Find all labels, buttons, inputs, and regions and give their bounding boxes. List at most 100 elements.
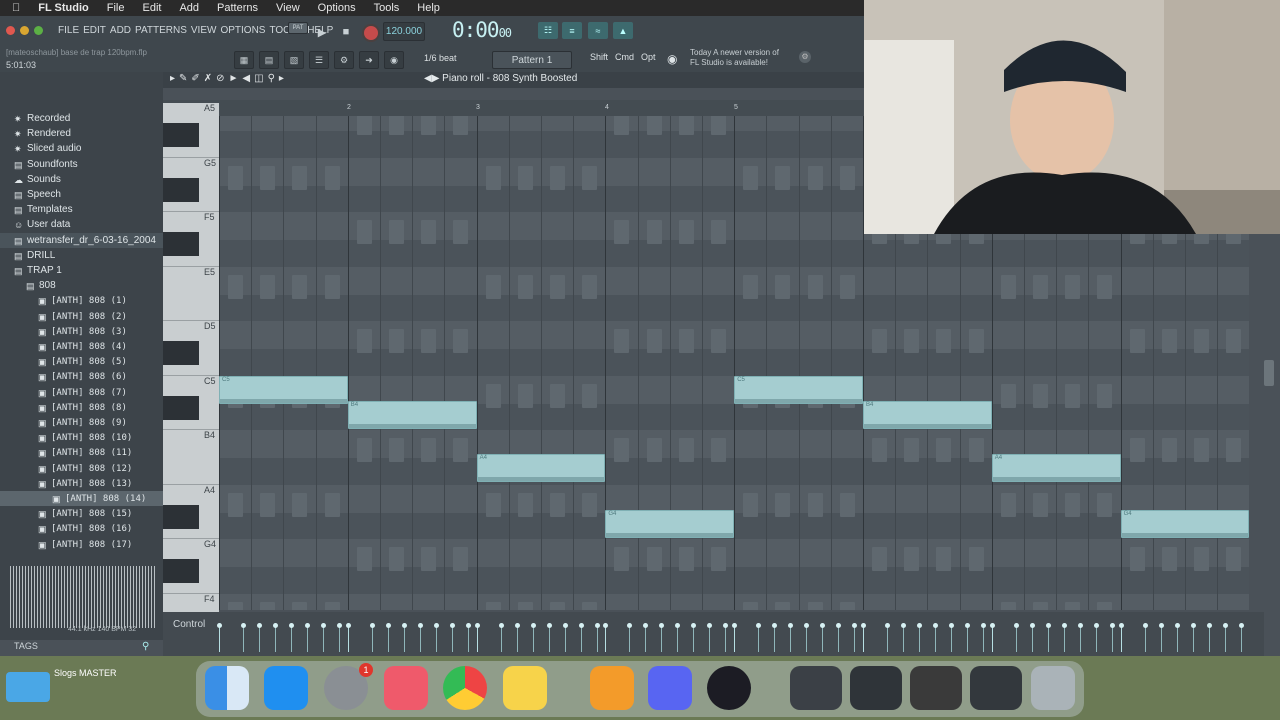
velocity-stem[interactable] [417,623,423,652]
velocity-stem[interactable] [885,623,890,652]
folder-icon[interactable] [6,672,50,702]
pencil-app-icon[interactable] [384,666,428,710]
metronome-icon[interactable]: ▲ [613,22,633,39]
browser-item[interactable]: ▣ [ANTH] 808 (16) [0,521,163,536]
window-thumb-3-icon[interactable] [910,666,962,710]
browser-item[interactable]: ▤ Speech [0,187,163,202]
velocity-stem[interactable] [1061,623,1067,652]
velocity-stem[interactable] [1190,623,1196,652]
piano-roll-icon[interactable]: ▧ [284,51,304,69]
browser-item[interactable]: ▣ [ANTH] 808 (13) [0,476,163,491]
velocity-stem[interactable] [345,623,351,652]
piano-roll-tools-icon[interactable]: ▸✎✐✗⊘►◀◫⚲▸ [170,73,288,84]
minimize-icon[interactable] [20,26,29,35]
tags-label[interactable]: TAGS [14,641,38,651]
velocity-stem[interactable] [723,623,729,652]
velocity-stem[interactable] [1158,623,1164,652]
fl-studio-icon[interactable] [590,666,634,710]
velocity-stem[interactable] [562,623,568,652]
pattern-selector[interactable]: Pattern 1 [492,51,572,69]
velocity-stem[interactable] [772,623,778,652]
window-thumb-4-icon[interactable] [970,666,1022,710]
velocity-stem[interactable] [603,623,609,652]
browser-item[interactable]: ✷ Rendered [0,126,163,141]
midi-note[interactable]: A4 [476,454,606,482]
black-key[interactable] [163,177,199,202]
browser-item[interactable]: ▣ [ANTH] 808 (3) [0,324,163,339]
velocity-stem[interactable] [852,623,858,652]
velocity-stem[interactable] [594,623,600,652]
black-key[interactable] [163,123,199,147]
browser-item[interactable]: ☺ User data [0,217,163,232]
settings-icon[interactable]: ⚙ [799,51,811,63]
search-icon[interactable]: ⚲ [142,641,149,652]
fl-menu-patterns[interactable]: PATTERNS [135,25,187,36]
app-menu[interactable]: FL Studio [38,2,89,14]
desktop-label[interactable]: Slogs MASTER [54,668,117,678]
menu-edit[interactable]: Edit [143,2,162,14]
browser-item[interactable]: ✷ Recorded [0,111,163,126]
black-key[interactable] [163,232,199,256]
velocity-stem[interactable] [1045,623,1051,652]
velocity-stem[interactable] [369,623,375,652]
chrome-icon[interactable] [443,666,487,710]
browser-item[interactable]: ▣ [ANTH] 808 (7) [0,385,163,400]
browser-item[interactable]: ▣ [ANTH] 808 (14) [0,491,163,506]
midi-note[interactable]: G4 [1120,510,1249,538]
shift-toggle[interactable]: Shift [590,52,608,62]
velocity-stem[interactable] [1142,623,1148,652]
play-icon[interactable]: ▶ [314,24,330,40]
step-edit-icon[interactable]: ≡ [562,22,582,39]
browser-item[interactable]: ▤ TRAP 1 [0,263,163,278]
browser-item[interactable]: ▣ [ANTH] 808 (1) [0,293,163,308]
velocity-stem[interactable] [949,623,954,652]
menu-help[interactable]: Help [417,2,440,14]
record-icon[interactable] [362,24,380,42]
velocity-stem[interactable] [241,623,246,652]
velocity-stem[interactable] [1077,623,1083,652]
tempo-display[interactable]: 120.000 [383,22,425,41]
pat-song-toggle[interactable]: PAT [288,22,308,34]
obs-icon[interactable] [707,666,751,710]
news-panel[interactable]: Today A newer version of FL Studio is av… [690,48,800,68]
velocity-stem[interactable] [756,623,762,652]
window-thumb-2-icon[interactable] [850,666,902,710]
piano-keyboard[interactable]: A5G5F5E5D5C5B4A4G4F4E4 [163,103,219,703]
window-thumb-1-icon[interactable] [790,666,842,710]
discord-icon[interactable] [648,666,692,710]
menu-patterns[interactable]: Patterns [217,2,258,14]
control-lane[interactable] [163,612,1264,656]
browser-item[interactable]: ✷ Sliced audio [0,141,163,156]
velocity-stem[interactable] [643,623,649,652]
velocity-stem[interactable] [707,623,713,652]
velocity-stem[interactable] [820,623,826,652]
midi-note[interactable]: G4 [605,510,735,538]
black-key[interactable] [163,559,199,583]
opt-toggle[interactable]: Opt [641,52,656,62]
velocity-stem[interactable] [498,623,504,652]
velocity-stem[interactable] [257,623,262,652]
velocity-stem[interactable] [289,623,294,652]
browser-item[interactable]: ▣ [ANTH] 808 (15) [0,506,163,521]
timeline-ruler[interactable]: 2 3 4 5 [163,100,864,116]
velocity-stem[interactable] [965,623,970,652]
app-store-icon[interactable] [264,666,308,710]
velocity-stem[interactable] [901,623,906,652]
plugin-icon[interactable]: ⚙ [334,51,354,69]
velocity-stem[interactable] [546,623,552,652]
black-key[interactable] [163,341,199,365]
velocity-stem[interactable] [1206,623,1212,652]
velocity-stem[interactable] [836,623,842,652]
velocity-stem[interactable] [989,623,995,652]
velocity-stem[interactable] [861,623,866,652]
blend-notes-icon[interactable]: ≈ [588,22,608,39]
velocity-stem[interactable] [732,623,738,652]
browser-item[interactable]: ▣ [ANTH] 808 (12) [0,461,163,476]
fl-menu-edit[interactable]: EDIT [83,25,106,36]
mixer-icon[interactable]: ▦ [234,51,254,69]
velocity-stem[interactable] [401,623,407,652]
black-key[interactable] [163,395,199,420]
zoom-icon[interactable] [34,26,43,35]
velocity-stem[interactable] [305,623,310,652]
velocity-stem[interactable] [273,623,278,652]
